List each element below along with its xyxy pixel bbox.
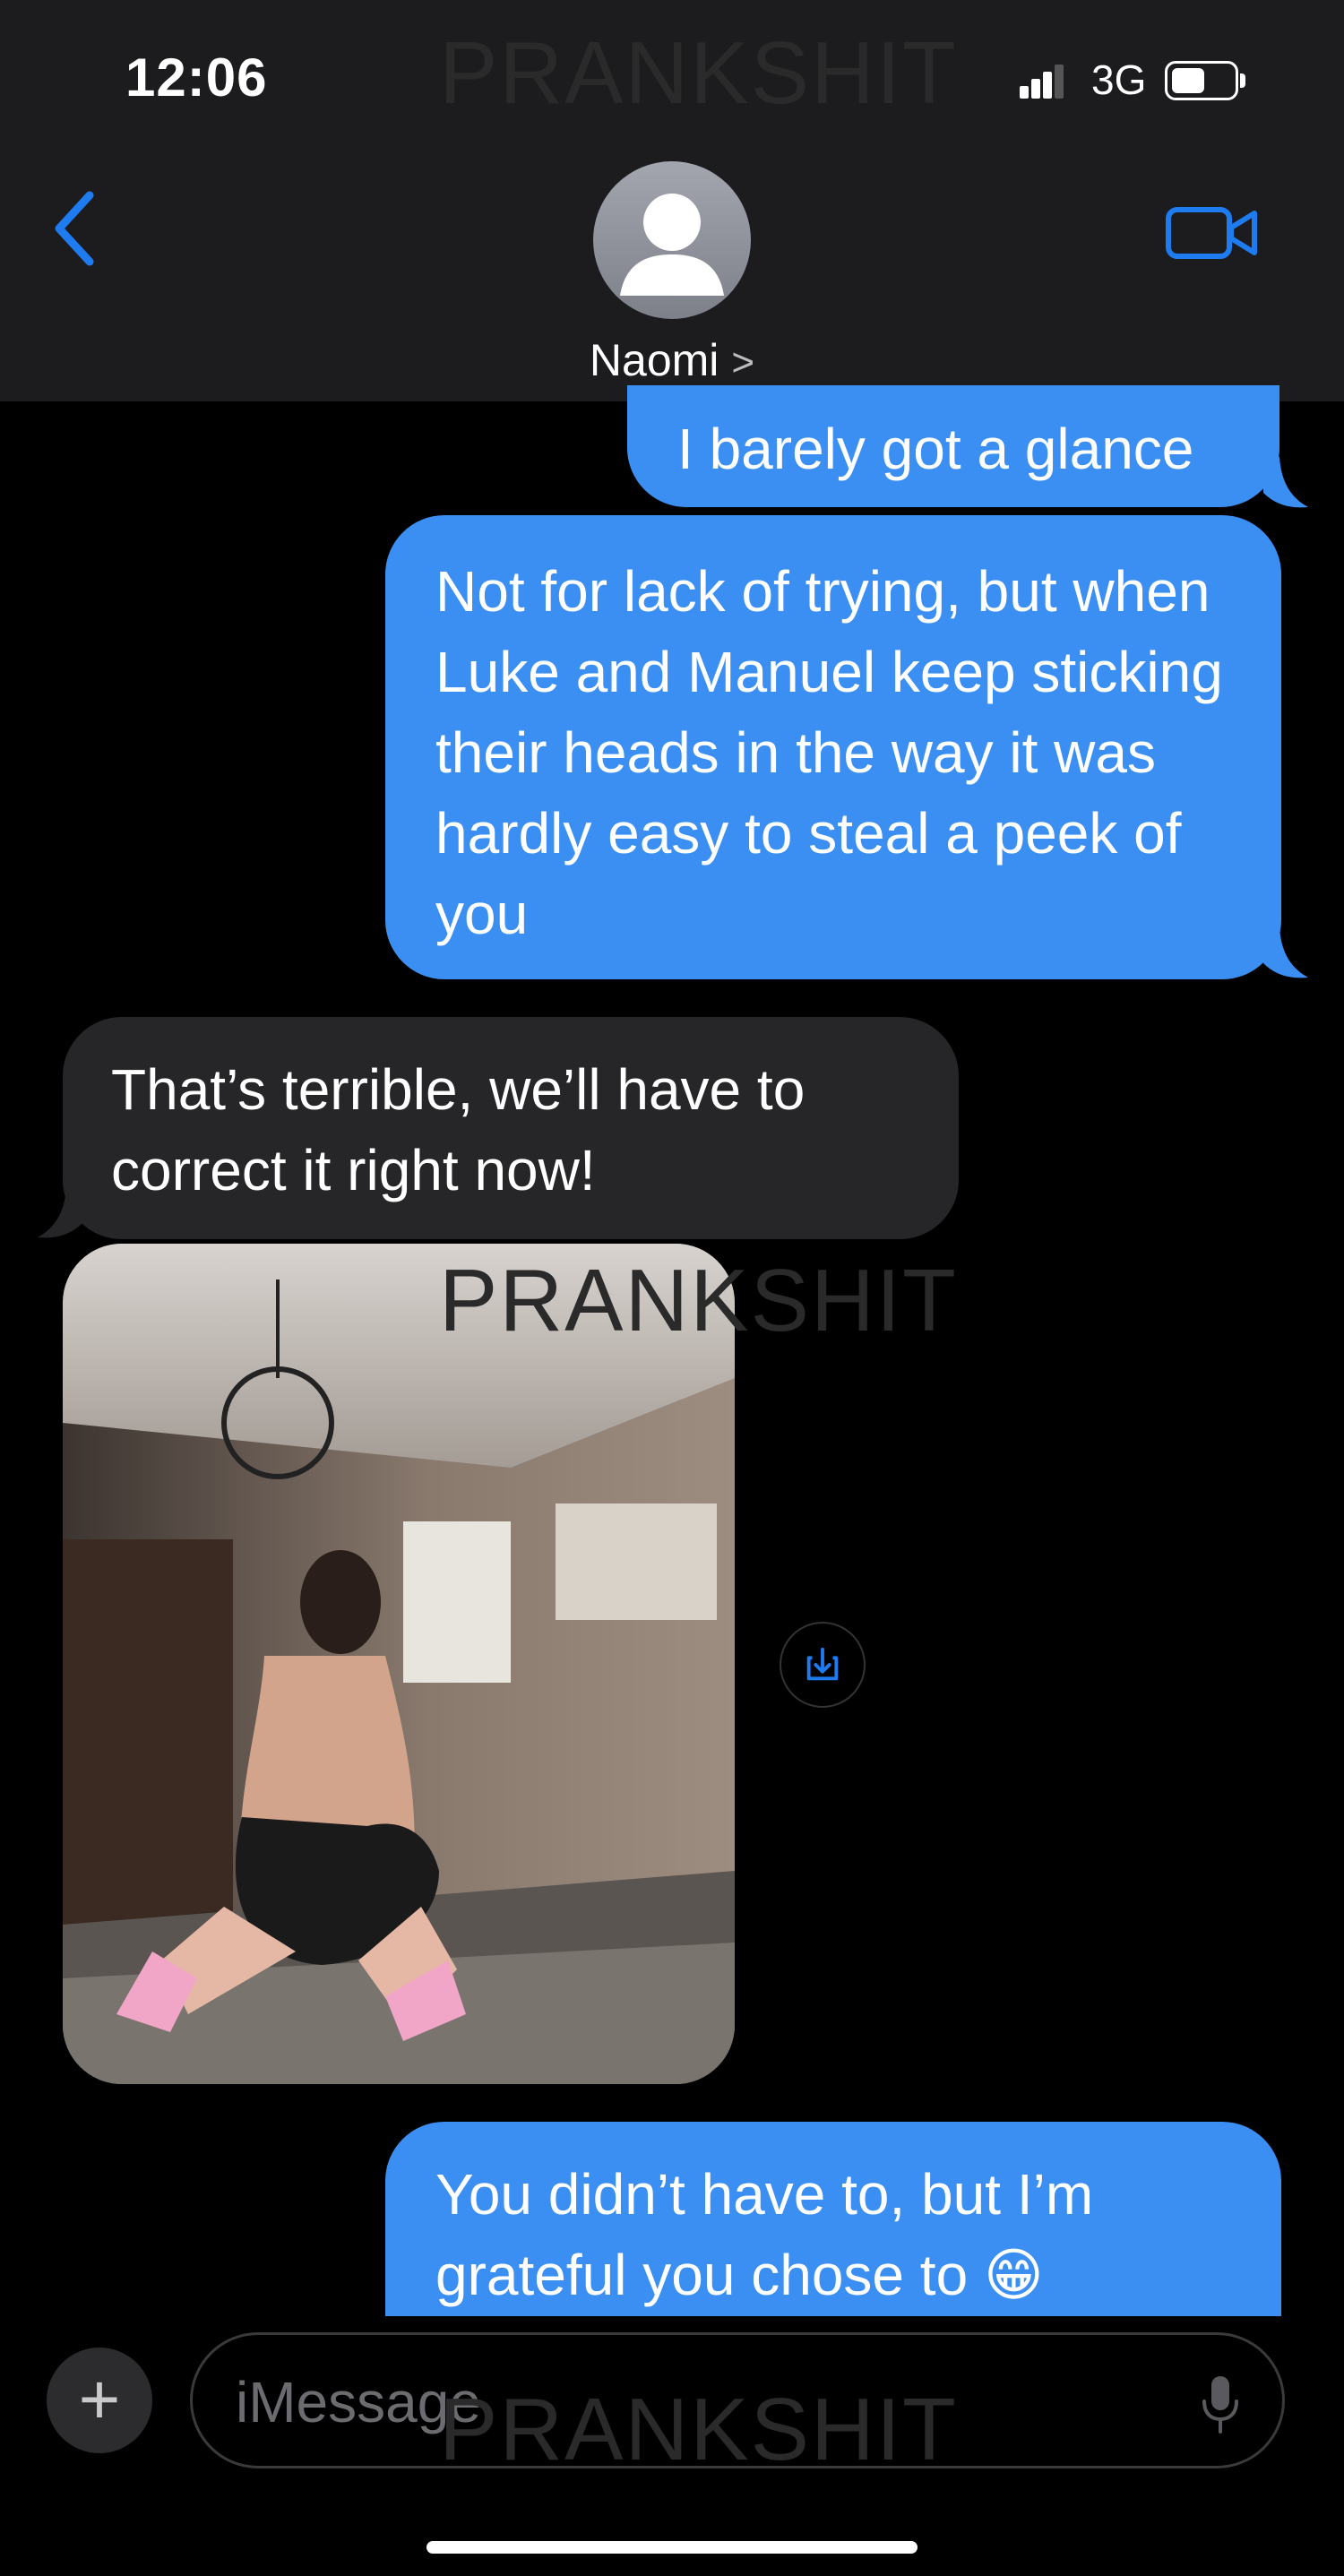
watermark: PRANKSHIT bbox=[439, 1251, 958, 1349]
video-camera-icon[interactable] bbox=[1165, 204, 1260, 262]
download-icon[interactable] bbox=[780, 1622, 866, 1708]
signal-icon bbox=[1020, 65, 1064, 99]
contact-name[interactable]: Naomi > bbox=[0, 334, 1344, 386]
sent-message-bubble[interactable]: You didn’t have to, but I’m grateful you… bbox=[385, 2122, 1281, 2328]
watermark: PRANKSHIT bbox=[439, 2380, 958, 2478]
sent-message-bubble[interactable]: I barely got a glance bbox=[627, 385, 1279, 507]
status-time: 12:06 bbox=[125, 47, 268, 108]
sent-message-bubble[interactable]: Not for lack of trying, but when Luke an… bbox=[385, 515, 1281, 979]
home-indicator[interactable] bbox=[426, 2541, 918, 2554]
bubble-tail bbox=[1263, 927, 1308, 978]
bubble-tail bbox=[1263, 457, 1308, 508]
received-message-bubble[interactable]: That’s terrible, we’ll have to correct i… bbox=[63, 1017, 959, 1239]
photo-attachment[interactable] bbox=[63, 1244, 735, 2084]
apps-plus-button[interactable]: + bbox=[47, 2348, 152, 2453]
battery-icon bbox=[1165, 61, 1238, 100]
microphone-icon[interactable] bbox=[1201, 2374, 1240, 2435]
bubble-tail bbox=[38, 1187, 82, 1238]
contact-avatar[interactable] bbox=[593, 161, 751, 319]
person-icon bbox=[620, 194, 724, 296]
watermark: PRANKSHIT bbox=[439, 23, 958, 122]
chevron-right-icon: > bbox=[731, 340, 755, 384]
back-chevron-icon[interactable] bbox=[48, 188, 102, 269]
network-type: 3G bbox=[1091, 56, 1147, 103]
photo-image bbox=[63, 1244, 735, 2084]
